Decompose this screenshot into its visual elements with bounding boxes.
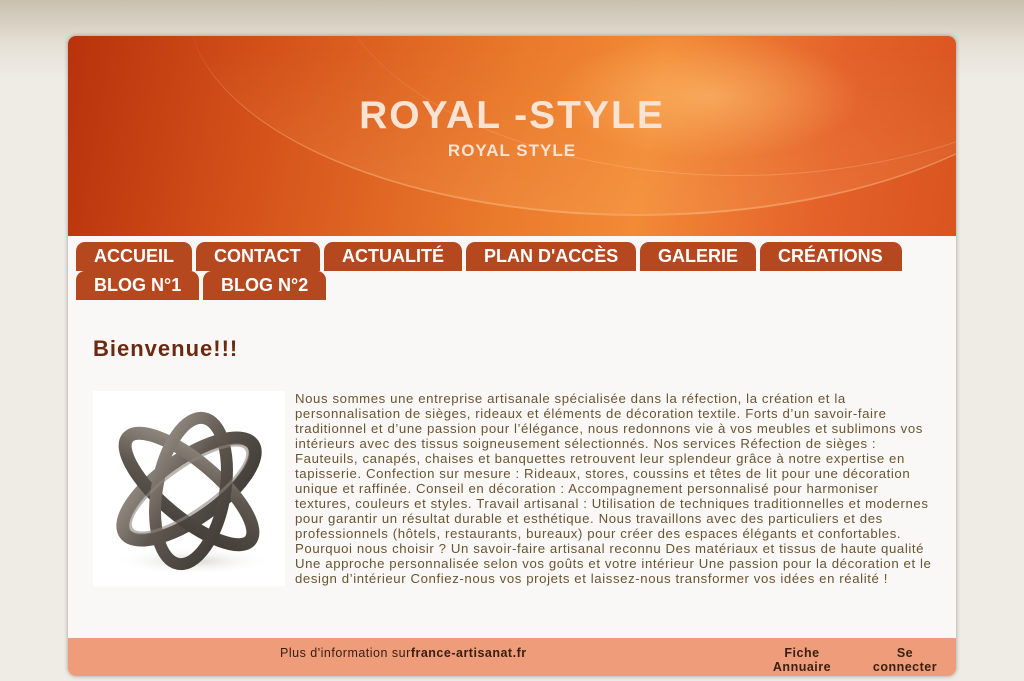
nav-item-actualite[interactable]: ACTUALITÉ <box>324 242 462 271</box>
footer-info-text: Plus d'information sur <box>280 646 411 660</box>
nav-item-blog-1[interactable]: BLOG N°1 <box>76 271 199 300</box>
fiche-annuaire-line1: Fiche <box>784 646 820 660</box>
nav-item-accueil[interactable]: ACCUEIL <box>76 242 192 271</box>
login-link[interactable]: Se connecter <box>870 646 940 674</box>
login-line1: Se <box>896 646 914 660</box>
nav-item-blog-2[interactable]: BLOG N°2 <box>203 271 326 300</box>
site-title[interactable]: ROYAL -STYLE <box>68 94 956 138</box>
footer-site-link[interactable]: france-artisanat.fr <box>411 646 527 660</box>
fiche-annuaire-link[interactable]: Fiche Annuaire <box>770 646 834 674</box>
fiche-annuaire-line2: Annuaire <box>772 660 832 674</box>
nav-item-plan-acces[interactable]: PLAN D'ACCÈS <box>466 242 636 271</box>
nav-item-galerie[interactable]: GALERIE <box>640 242 756 271</box>
main-content: Nous sommes une entreprise artisanale sp… <box>93 391 933 586</box>
sculpture-graphic <box>113 411 273 575</box>
nav-item-contact[interactable]: CONTACT <box>196 242 320 271</box>
nav-item-creations[interactable]: CRÉATIONS <box>760 242 902 271</box>
footer: Plus d'information surfrance-artisanat.f… <box>68 638 956 676</box>
footer-info: Plus d'information surfrance-artisanat.f… <box>280 646 527 660</box>
page-heading: Bienvenue!!! <box>93 336 239 361</box>
header-banner: ROYAL -STYLE ROYAL STYLE <box>68 36 956 236</box>
sculpture-image <box>93 391 285 586</box>
login-line2: connecter <box>872 660 938 674</box>
intro-paragraph: Nous sommes une entreprise artisanale sp… <box>295 391 932 586</box>
page-container: ROYAL -STYLE ROYAL STYLE ACCUEIL CONTACT… <box>68 36 956 676</box>
site-subtitle: ROYAL STYLE <box>447 141 577 160</box>
